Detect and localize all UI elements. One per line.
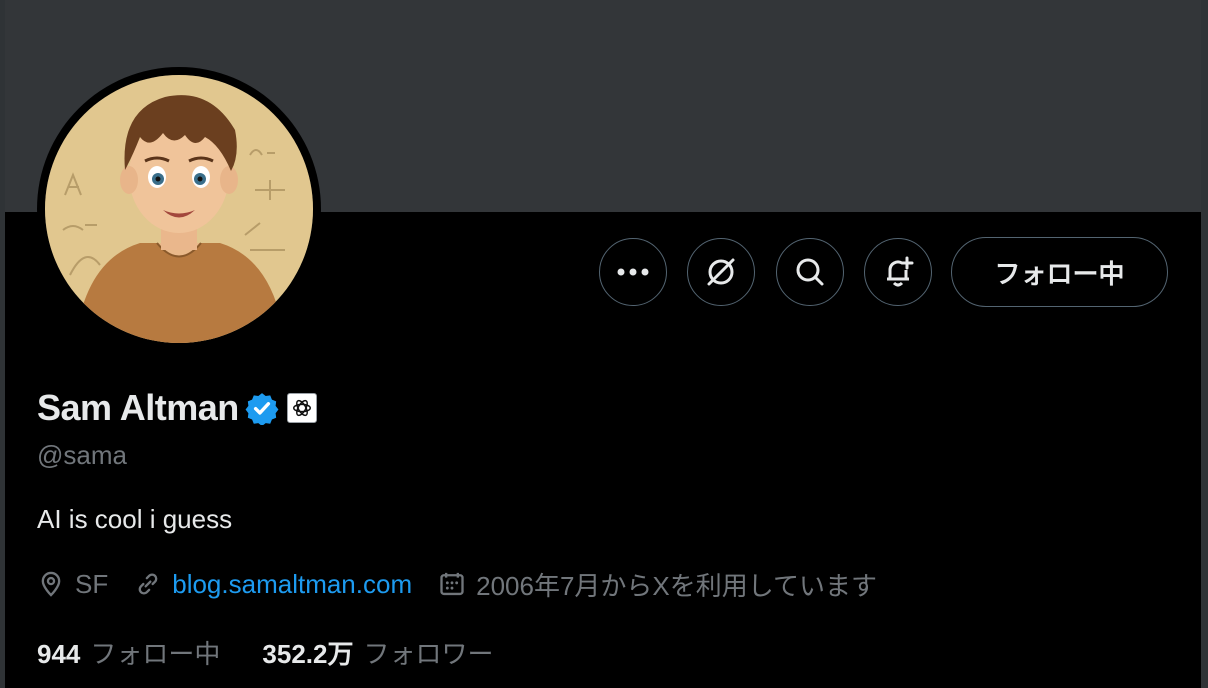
search-icon [796, 258, 824, 286]
followers-count: 352.2万 [262, 639, 354, 669]
notifications-button[interactable] [864, 238, 932, 306]
verified-badge-icon[interactable] [245, 391, 279, 425]
link-icon [138, 573, 158, 595]
calendar-icon [440, 572, 464, 596]
location-item: SF [37, 569, 108, 600]
more-button[interactable] [599, 238, 667, 306]
grok-button[interactable] [687, 238, 755, 306]
profile-name-row: Sam Altman [37, 384, 317, 432]
joined-item: 2006年7月からXを利用しています [438, 566, 877, 603]
window-edge-right [1201, 0, 1208, 688]
followers-stat[interactable]: 352.2万 フォロワー [262, 634, 493, 671]
affiliation-badge[interactable] [286, 393, 317, 423]
following-label: フォロー中 [90, 639, 221, 669]
profile-name: Sam Altman [37, 387, 239, 428]
following-count: 944 [37, 639, 81, 669]
location-pin-icon [41, 571, 61, 597]
location-text: SF [75, 568, 109, 599]
profile-actions: フォロー中 [0, 237, 1208, 309]
following-stat[interactable]: 944 フォロー中 [37, 634, 220, 671]
profile-bio: AI is cool i guess [37, 504, 233, 534]
following-button[interactable]: フォロー中 [951, 237, 1168, 307]
joined-text: 2006年7月からXを利用しています [476, 570, 877, 601]
profile-handle: @sama [37, 440, 127, 470]
website-item[interactable]: blog.samaltman.com [134, 569, 412, 600]
grok-icon [707, 258, 735, 286]
search-profile-button[interactable] [776, 238, 844, 306]
website-link[interactable]: blog.samaltman.com [172, 569, 412, 600]
follow-stats: 944 フォロー中 352.2万 フォロワー [37, 634, 536, 671]
more-dots-icon [617, 268, 649, 276]
bell-plus-icon [887, 256, 914, 287]
followers-label: フォロワー [363, 639, 494, 669]
openai-logo-icon [292, 399, 311, 417]
profile-meta: SF blog.samaltman.com 2006年7月からXを利用しています [37, 564, 903, 604]
